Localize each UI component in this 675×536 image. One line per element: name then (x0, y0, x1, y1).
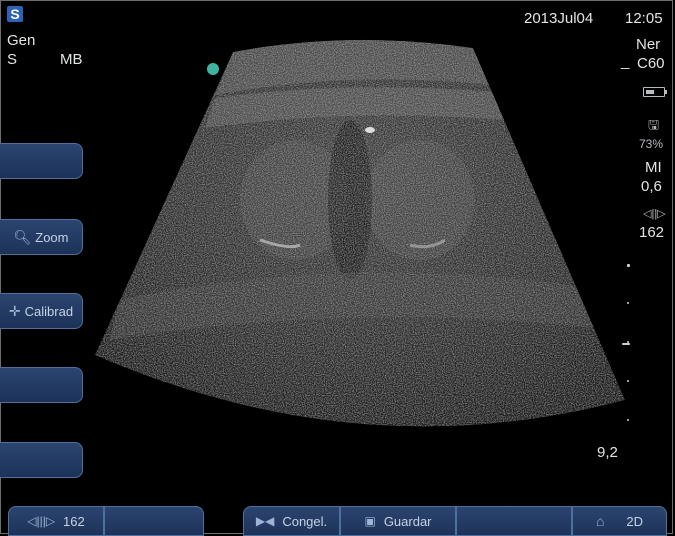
soft-key-1[interactable] (0, 143, 83, 179)
storage-percent: 73% (639, 137, 664, 151)
orientation-marker (207, 63, 219, 75)
gain-value: 162 (639, 224, 665, 241)
depth-scale-mark (627, 419, 629, 421)
logo-icon[interactable]: S (7, 6, 23, 22)
save-label: Guardar (383, 513, 432, 529)
zoom-button[interactable]: 🔍︎ Zoom (0, 219, 83, 255)
focus-marker (622, 343, 630, 345)
gain-button[interactable]: ◁|||▷ 162 (8, 506, 104, 536)
depth-scale-mark (627, 380, 629, 382)
soft-key-5[interactable] (0, 442, 83, 478)
probe-name: C60 (637, 55, 665, 72)
resolution-label: S (7, 51, 18, 68)
gain-icon: ◁|||▷ (27, 514, 56, 528)
depth-scale-mark (627, 264, 630, 267)
ultrasound-image[interactable] (0, 0, 675, 536)
freeze-icon: ▶◀ (255, 514, 275, 528)
crosshair-icon: ✛ (8, 302, 21, 319)
soft-key-4[interactable] (0, 367, 83, 403)
mb-label: MB (60, 51, 83, 68)
save-button[interactable]: ▣ Guardar (340, 506, 456, 536)
bottom-key-empty-1[interactable] (104, 506, 204, 536)
gain-icon: ◁||▷ (643, 208, 666, 220)
gain-button-value: 162 (63, 513, 85, 529)
mode-button[interactable]: ⌂ 2D (572, 506, 667, 536)
depth-scale-mark (627, 302, 629, 304)
time-display: 12:05 (625, 10, 663, 27)
freeze-button[interactable]: ▶◀ Congel. (243, 506, 340, 536)
battery-icon (643, 87, 667, 97)
calibrate-label: Calibrad (24, 303, 74, 319)
exam-type: Ner (636, 36, 661, 53)
zoom-label: Zoom (35, 229, 69, 245)
probe-icon: ⌂ (595, 513, 605, 529)
mode-label: Gen (7, 32, 36, 49)
disk-icon: 🖫 (648, 117, 660, 132)
date-display: 2013Jul04 (524, 10, 594, 27)
calibrate-button[interactable]: ✛ Calibrad (0, 293, 83, 329)
mi-value: 0,6 (641, 178, 662, 195)
freeze-label: Congel. (282, 513, 328, 529)
mode-label: 2D (626, 513, 644, 529)
mi-label: MI (645, 159, 662, 176)
save-icon: ▣ (364, 514, 376, 528)
depth-value: 9,2 (597, 444, 618, 461)
magnifier-icon: 🔍︎ (13, 228, 32, 245)
bottom-key-empty-2[interactable] (456, 506, 572, 536)
probe-prefix: _ (621, 53, 630, 70)
